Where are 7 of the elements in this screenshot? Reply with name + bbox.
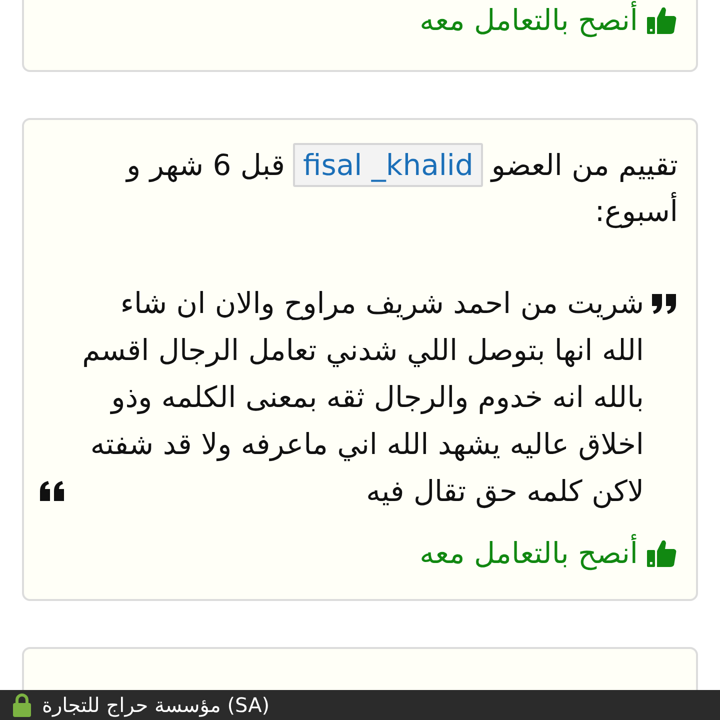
quote-open-icon (650, 292, 678, 316)
quote-close-icon (38, 479, 66, 503)
site-name: مؤسسة حراج للتجارة (SA) (42, 693, 270, 717)
recommendation-text: أنصح بالتعامل معه (420, 0, 638, 40)
recommendation-text: أنصح بالتعامل معه (420, 533, 638, 572)
review-text: شريت من احمد شريف مراوح والان ان شاء الله انها بتوصل اللي شدني تعامل الرجال اقسم بالله انه خدوم والرجال ثقه بمعنى الكلمه وذو اخلاق عاليه يشهد الله اني ماعرفه ولا قد شفته لاكن كلمه حق تقال فيه (81, 285, 644, 510)
username-link[interactable]: fisal _khalid (293, 143, 484, 187)
